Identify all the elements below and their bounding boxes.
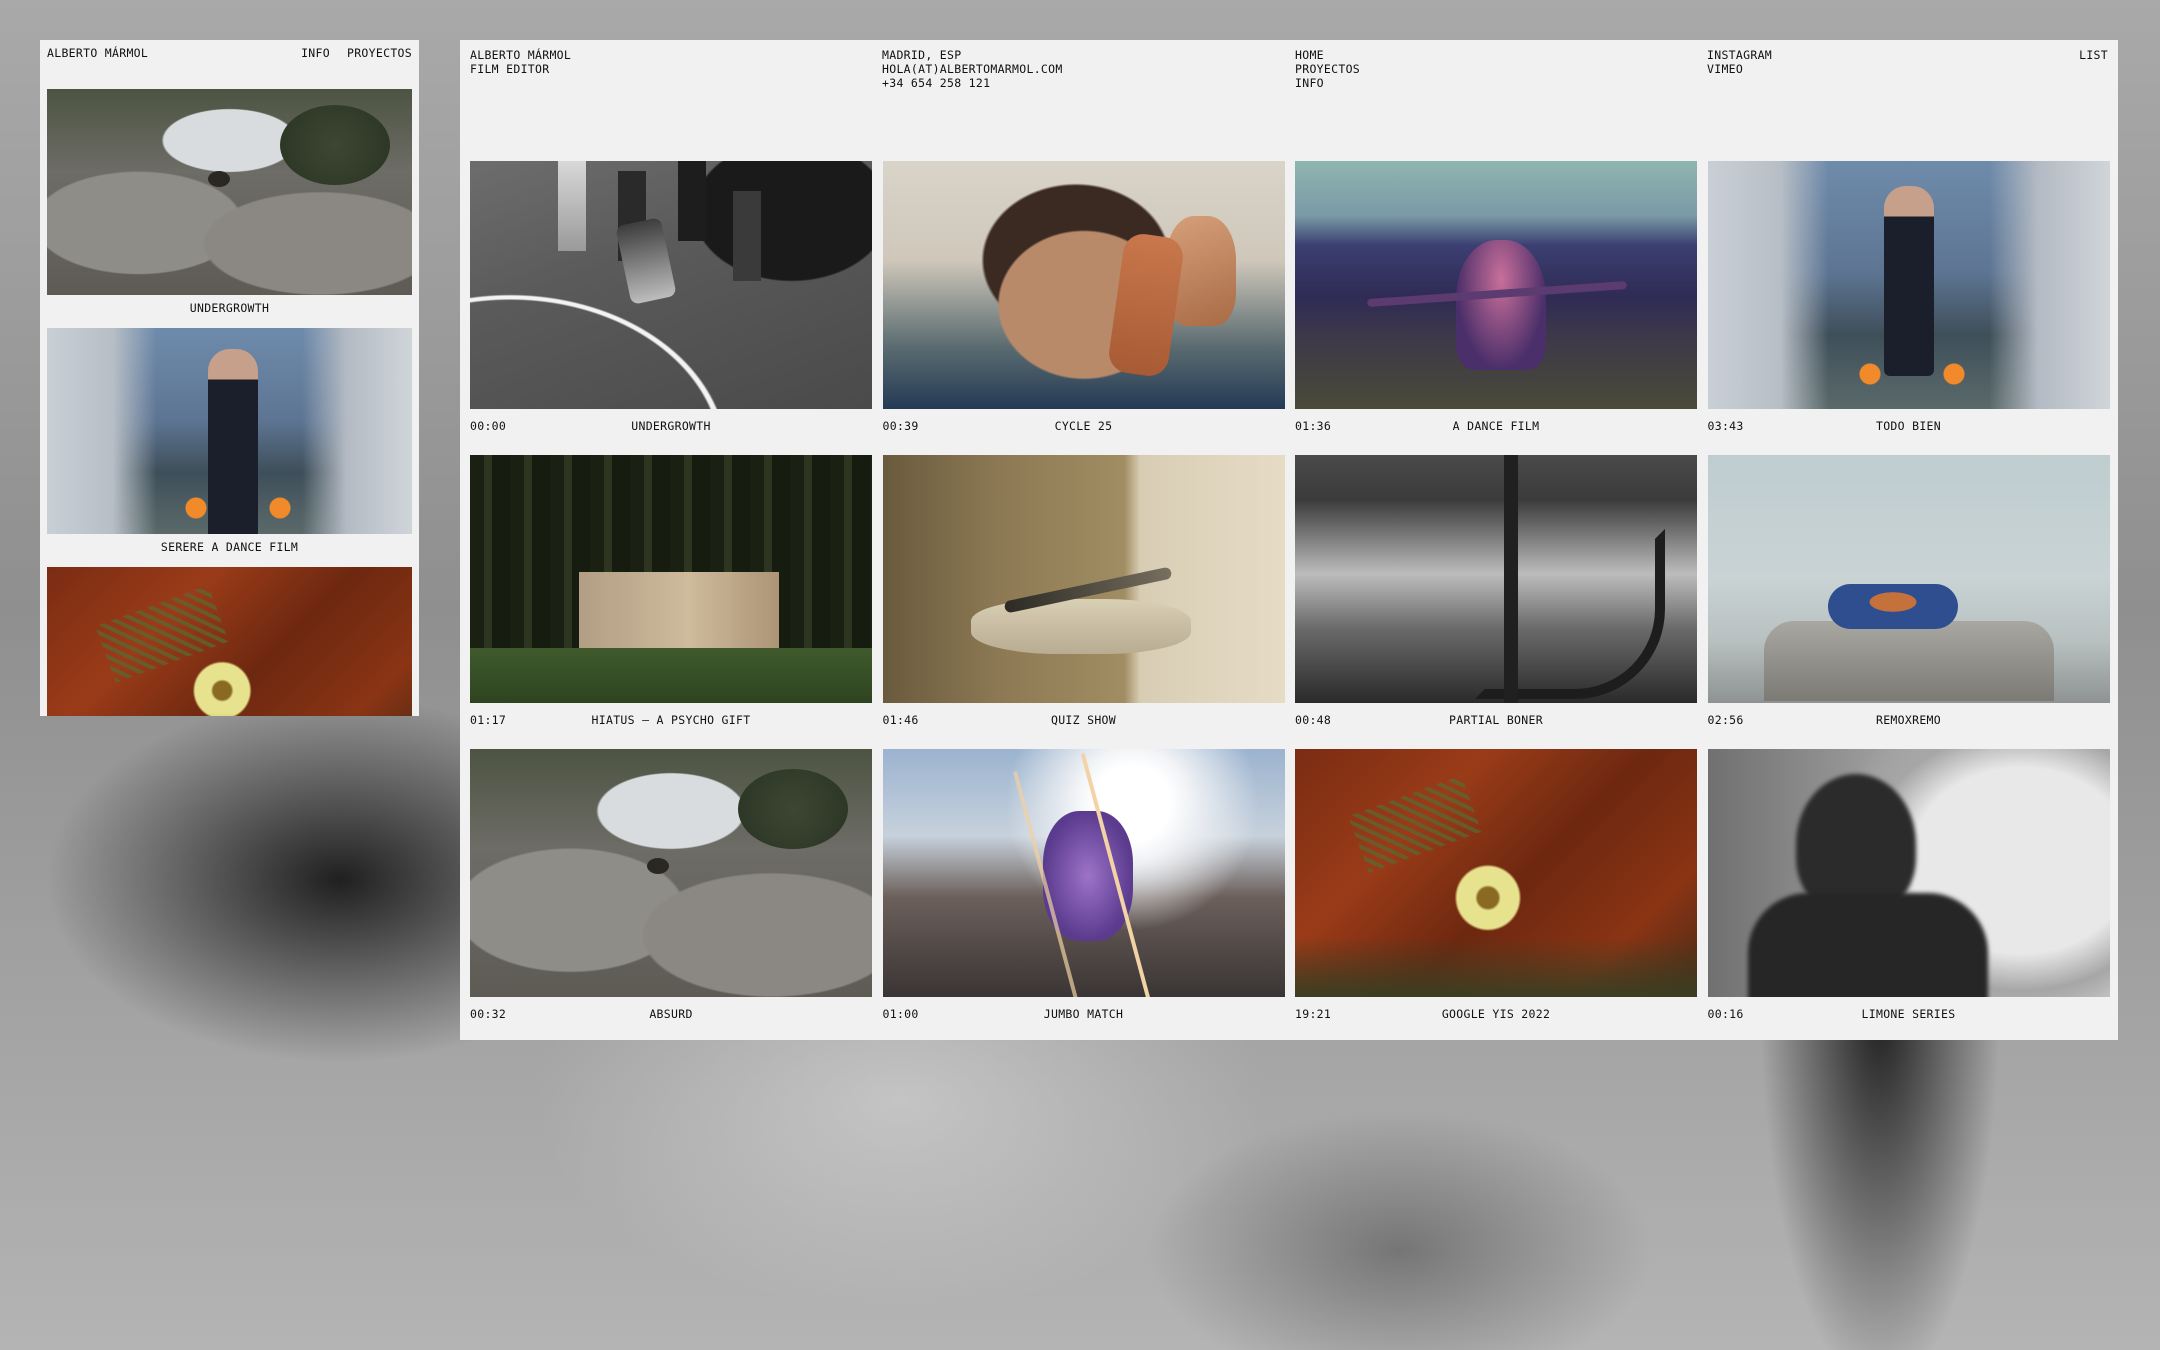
project-thumbnail[interactable] xyxy=(882,161,1285,409)
mobile-nav: INFO PROYECTOS xyxy=(301,46,412,60)
project-grid: 00:00 UNDERGROWTH 00:39 CYCLE 25 01:36 A… xyxy=(470,161,2110,1040)
project-title[interactable]: HIATUS – A PSYCHO GIFT xyxy=(470,713,872,727)
project-card[interactable]: 03:43 TODO BIEN xyxy=(1707,161,2110,455)
project-meta: 01:17 HIATUS – A PSYCHO GIFT xyxy=(470,713,872,727)
project-card[interactable]: 01:36 A DANCE FILM xyxy=(1295,161,1697,455)
identity-block: ALBERTO MÁRMOL FILM EDITOR xyxy=(470,48,571,76)
mobile-project-card[interactable]: UNDERGROWTH xyxy=(47,89,412,315)
project-title[interactable]: ABSURD xyxy=(470,1007,872,1021)
main-nav: HOME PROYECTOS INFO xyxy=(1295,48,1360,90)
project-thumbnail[interactable] xyxy=(1295,161,1697,409)
mobile-brand[interactable]: ALBERTO MÁRMOL xyxy=(47,46,148,60)
project-title[interactable]: TODO BIEN xyxy=(1708,419,2110,433)
mobile-project-list: UNDERGROWTH SERERE A DANCE FILM xyxy=(47,89,412,716)
project-meta: 00:32 ABSURD xyxy=(470,1007,872,1021)
social-links: INSTAGRAM VIMEO xyxy=(1707,48,1772,76)
project-title[interactable]: QUIZ SHOW xyxy=(883,713,1285,727)
contact-location: MADRID, ESP xyxy=(882,48,962,62)
project-title[interactable]: REMOXREMO xyxy=(1708,713,2110,727)
project-meta: 19:21 GOOGLE YIS 2022 xyxy=(1295,1007,1697,1021)
nav-home[interactable]: HOME xyxy=(1295,48,1360,62)
project-card[interactable]: 00:16 LIMONE SERIES xyxy=(1707,749,2110,1040)
mobile-project-thumbnail[interactable] xyxy=(47,89,412,295)
project-title[interactable]: JUMBO MATCH xyxy=(883,1007,1285,1021)
mobile-project-card[interactable] xyxy=(47,567,412,716)
link-vimeo[interactable]: VIMEO xyxy=(1707,62,1772,76)
project-title[interactable]: LIMONE SERIES xyxy=(1708,1007,2110,1021)
mobile-header: ALBERTO MÁRMOL INFO PROYECTOS xyxy=(47,46,412,60)
project-thumbnail[interactable] xyxy=(1707,161,2110,409)
brand-name[interactable]: ALBERTO MÁRMOL xyxy=(470,48,571,62)
project-card[interactable]: 00:32 ABSURD xyxy=(470,749,872,1040)
nav-proyectos[interactable]: PROYECTOS xyxy=(1295,62,1360,76)
project-title[interactable]: CYCLE 25 xyxy=(883,419,1285,433)
mobile-project-caption: UNDERGROWTH xyxy=(189,301,270,315)
project-meta: 00:39 CYCLE 25 xyxy=(883,419,1285,433)
project-thumbnail[interactable] xyxy=(470,749,872,997)
site-header: ALBERTO MÁRMOL FILM EDITOR MADRID, ESP H… xyxy=(470,48,2108,108)
project-title[interactable]: UNDERGROWTH xyxy=(470,419,872,433)
mobile-nav-info[interactable]: INFO xyxy=(301,46,330,60)
project-meta: 00:16 LIMONE SERIES xyxy=(1708,1007,2110,1021)
project-thumbnail[interactable] xyxy=(470,455,872,703)
project-title[interactable]: A DANCE FILM xyxy=(1295,419,1697,433)
mobile-project-card[interactable]: SERERE A DANCE FILM xyxy=(47,328,412,554)
project-card[interactable]: 00:39 CYCLE 25 xyxy=(882,161,1285,455)
desktop-preview: ALBERTO MÁRMOL FILM EDITOR MADRID, ESP H… xyxy=(460,40,2118,1040)
project-thumbnail[interactable] xyxy=(882,455,1285,703)
project-thumbnail[interactable] xyxy=(1295,455,1697,703)
list-view-toggle[interactable]: LIST xyxy=(2079,48,2108,62)
project-thumbnail[interactable] xyxy=(882,749,1285,997)
project-thumbnail[interactable] xyxy=(1707,749,2110,997)
brand-role: FILM EDITOR xyxy=(470,62,550,76)
project-meta: 00:48 PARTIAL BONER xyxy=(1295,713,1697,727)
project-meta: 01:00 JUMBO MATCH xyxy=(883,1007,1285,1021)
link-instagram[interactable]: INSTAGRAM xyxy=(1707,48,1772,62)
project-card[interactable]: 01:00 JUMBO MATCH xyxy=(882,749,1285,1040)
mobile-preview: ALBERTO MÁRMOL INFO PROYECTOS UNDERGROWT… xyxy=(40,40,419,716)
mobile-project-thumbnail[interactable] xyxy=(47,567,412,716)
project-title[interactable]: PARTIAL BONER xyxy=(1295,713,1697,727)
contact-email[interactable]: HOLA(AT)ALBERTOMARMOL.COM xyxy=(882,62,1063,76)
contact-block: MADRID, ESP HOLA(AT)ALBERTOMARMOL.COM +3… xyxy=(882,48,1063,90)
project-thumbnail[interactable] xyxy=(1707,455,2110,703)
project-card[interactable]: 00:00 UNDERGROWTH xyxy=(470,161,872,455)
mobile-nav-proyectos[interactable]: PROYECTOS xyxy=(347,46,412,60)
project-title[interactable]: GOOGLE YIS 2022 xyxy=(1295,1007,1697,1021)
contact-phone[interactable]: +34 654 258 121 xyxy=(882,76,1063,90)
project-meta: 03:43 TODO BIEN xyxy=(1708,419,2110,433)
project-meta: 02:56 REMOXREMO xyxy=(1708,713,2110,727)
project-card[interactable]: 19:21 GOOGLE YIS 2022 xyxy=(1295,749,1697,1040)
mobile-project-caption: SERERE A DANCE FILM xyxy=(160,540,299,554)
project-meta: 01:46 QUIZ SHOW xyxy=(883,713,1285,727)
project-card[interactable]: 01:46 QUIZ SHOW xyxy=(882,455,1285,749)
project-card[interactable]: 02:56 REMOXREMO xyxy=(1707,455,2110,749)
project-thumbnail[interactable] xyxy=(470,161,872,409)
mobile-project-thumbnail[interactable] xyxy=(47,328,412,534)
project-meta: 00:00 UNDERGROWTH xyxy=(470,419,872,433)
project-meta: 01:36 A DANCE FILM xyxy=(1295,419,1697,433)
project-card[interactable]: 01:17 HIATUS – A PSYCHO GIFT xyxy=(470,455,872,749)
project-thumbnail[interactable] xyxy=(1295,749,1697,997)
nav-info[interactable]: INFO xyxy=(1295,76,1360,90)
project-card[interactable]: 00:48 PARTIAL BONER xyxy=(1295,455,1697,749)
